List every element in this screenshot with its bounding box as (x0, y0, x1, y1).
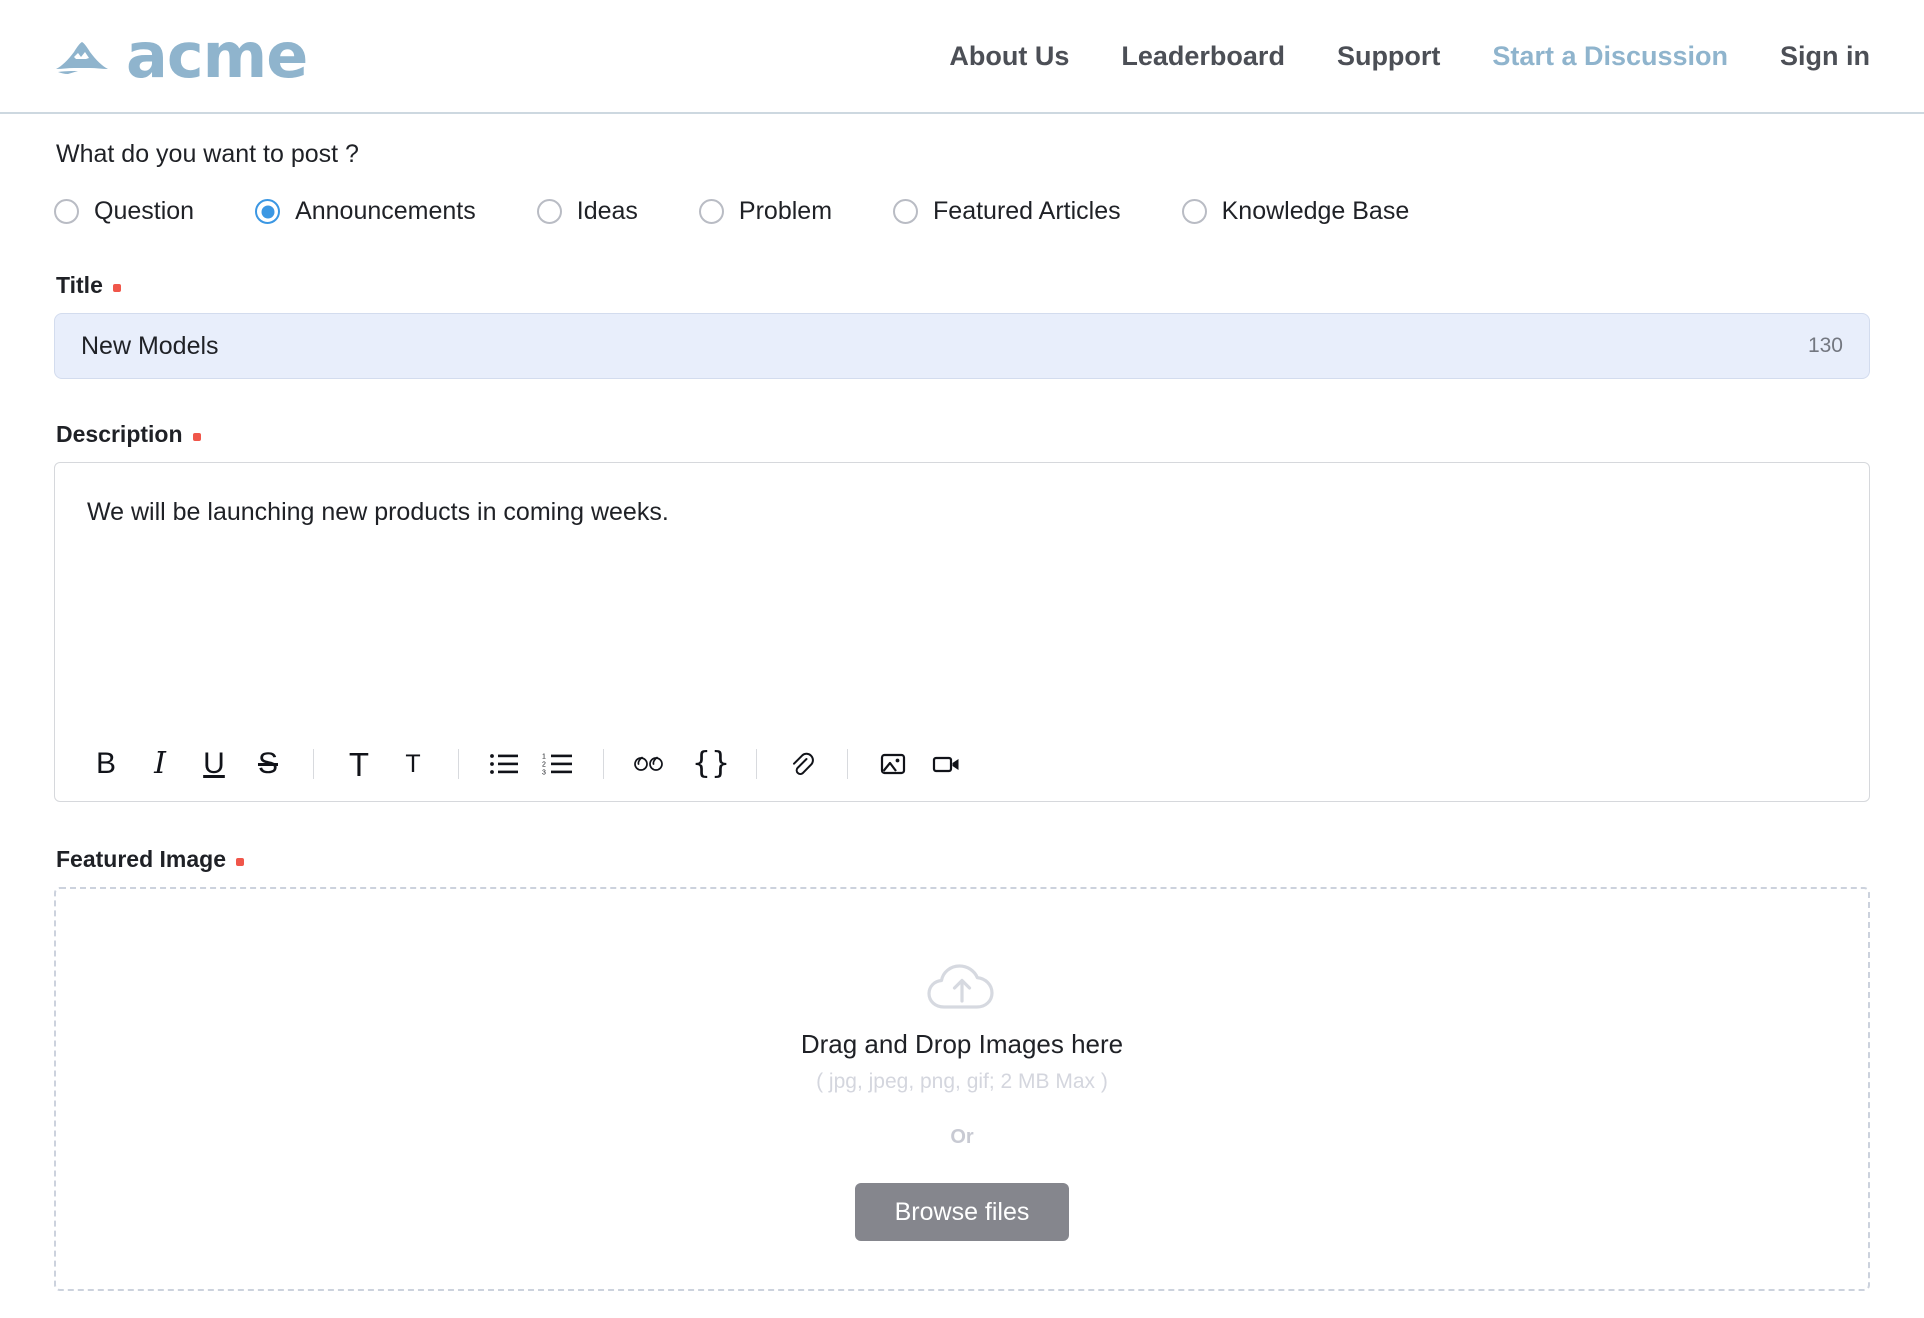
title-label: Title (56, 272, 1870, 299)
nav-item-leaderboard[interactable]: Leaderboard (1121, 41, 1285, 72)
attach-link-icon[interactable] (775, 737, 829, 791)
strikethrough-icon[interactable]: S (241, 737, 295, 791)
radio-option-ideas[interactable]: Ideas (536, 197, 638, 226)
required-indicator-icon (236, 857, 244, 866)
radio-label: Ideas (576, 197, 638, 225)
radio-label: Featured Articles (933, 197, 1121, 225)
title-label-text: Title (56, 272, 103, 298)
radio-option-problem[interactable]: Problem (698, 197, 833, 226)
main-navigation: About Us Leaderboard Support Start a Dis… (949, 41, 1870, 72)
post-type-radio-group: Question Announcements Ideas Problem Fea… (54, 197, 1870, 226)
radio-label: Knowledge Base (1221, 197, 1410, 225)
description-textarea[interactable]: We will be launching new products in com… (55, 463, 1869, 727)
description-label: Description (56, 421, 1870, 448)
title-input-value: New Models (81, 331, 219, 360)
toolbar-separator (313, 749, 314, 779)
svg-text:2: 2 (542, 762, 546, 769)
radio-label: Question (94, 197, 195, 225)
browse-files-button[interactable]: Browse files (854, 1183, 1070, 1241)
font-size-large-icon[interactable]: T (332, 737, 386, 791)
brand-logo[interactable]: acme (52, 19, 308, 92)
post-form: What do you want to post ? Question Anno… (0, 114, 1924, 1291)
radio-mark (893, 199, 919, 224)
toolbar-separator (756, 749, 757, 779)
code-glyph: {} (691, 746, 731, 781)
insert-video-icon[interactable] (920, 737, 974, 791)
svg-text:3: 3 (542, 770, 546, 777)
nav-item-start-a-discussion[interactable]: Start a Discussion (1492, 41, 1728, 72)
dropzone-or-text: Or (950, 1126, 974, 1148)
numbered-list-icon[interactable]: 1 2 3 (531, 737, 585, 791)
radio-mark (54, 199, 79, 224)
required-indicator-icon (192, 432, 201, 441)
description-label-text: Description (56, 421, 183, 447)
featured-image-label: Featured Image (56, 846, 1870, 873)
radio-label: Problem (738, 197, 833, 225)
radio-mark (1181, 199, 1207, 224)
radio-option-knowledge-base[interactable]: Knowledge Base (1181, 197, 1410, 226)
brand-name: acme (126, 19, 308, 92)
radio-label: Announcements (295, 197, 476, 225)
nav-item-sign-in[interactable]: Sign in (1780, 41, 1870, 72)
site-header: acme About Us Leaderboard Support Start … (0, 0, 1924, 114)
featured-image-label-text: Featured Image (56, 846, 226, 872)
cloud-upload-icon (927, 964, 994, 1009)
radio-mark-selected (255, 199, 281, 224)
toolbar-separator (458, 749, 459, 779)
radio-mark (536, 199, 562, 224)
font-large-glyph: T (348, 745, 370, 783)
underline-glyph: U (203, 747, 225, 780)
bold-icon[interactable]: B (79, 737, 133, 791)
blockquote-icon[interactable] (622, 737, 684, 791)
italic-icon[interactable]: I (133, 737, 187, 791)
dropzone-title: Drag and Drop Images here (800, 1029, 1124, 1059)
radio-option-question[interactable]: Question (54, 197, 194, 226)
title-input[interactable]: New Models 130 (54, 313, 1870, 379)
description-editor: We will be launching new products in com… (54, 462, 1870, 802)
post-type-question: What do you want to post ? (56, 140, 359, 168)
font-size-small-icon[interactable]: T (386, 737, 440, 791)
nav-item-about-us[interactable]: About Us (949, 41, 1069, 72)
radio-option-featured-articles[interactable]: Featured Articles (893, 197, 1121, 226)
nav-item-support[interactable]: Support (1337, 41, 1440, 72)
required-indicator-icon (112, 283, 121, 292)
strikethrough-glyph: S (257, 747, 278, 780)
image-dropzone[interactable]: Drag and Drop Images here ( jpg, jpeg, p… (54, 887, 1870, 1291)
toolbar-separator (603, 749, 604, 779)
svg-text:1: 1 (542, 754, 546, 761)
insert-image-icon[interactable] (866, 737, 920, 791)
title-char-count: 130 (1807, 334, 1843, 357)
dropzone-file-hint: ( jpg, jpeg, png, gif; 2 MB Max ) (816, 1070, 1108, 1093)
mountain-icon (56, 42, 108, 74)
radio-mark (698, 199, 724, 224)
bold-glyph: B (95, 747, 116, 780)
font-small-glyph: T (405, 749, 421, 778)
code-block-icon[interactable]: {} (684, 737, 738, 791)
bullet-list-icon[interactable] (477, 737, 531, 791)
underline-icon[interactable]: U (187, 737, 241, 791)
editor-toolbar: B I U S T T 1 2 3 {} (55, 727, 1869, 801)
toolbar-separator (847, 749, 848, 779)
radio-option-announcements[interactable]: Announcements (255, 197, 476, 226)
italic-glyph: I (154, 746, 166, 781)
